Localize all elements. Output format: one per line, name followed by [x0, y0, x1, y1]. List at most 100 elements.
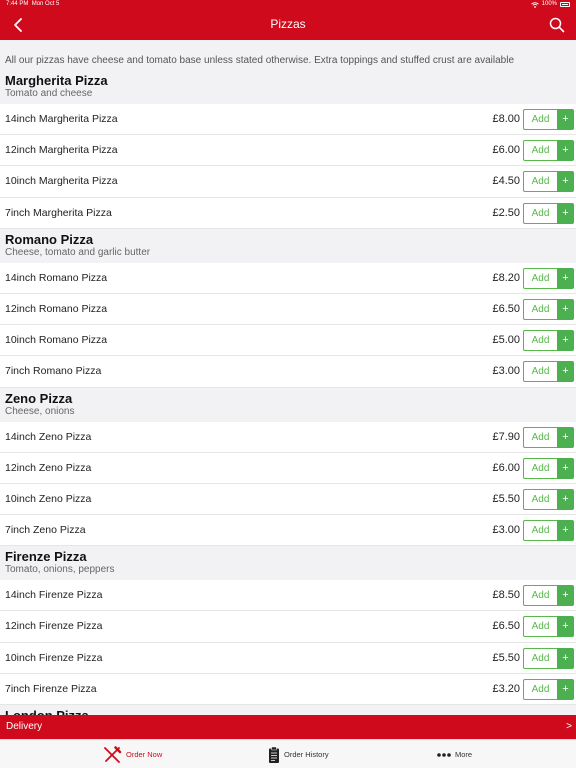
item-name: 7inch Romano Pizza — [5, 365, 102, 378]
plus-icon[interactable]: + — [557, 140, 574, 162]
add-to-order-button[interactable]: Add + — [523, 171, 574, 193]
item-name: 12inch Firenze Pizza — [5, 620, 103, 633]
menu-item-row[interactable]: 12inch Zeno Pizza £6.00 Add + — [0, 452, 576, 484]
section-header: Margherita Pizza Tomato and cheese — [0, 70, 576, 104]
add-to-order-button[interactable]: Add + — [523, 202, 574, 224]
plus-icon[interactable]: + — [557, 647, 574, 669]
section-title: Firenze Pizza — [5, 549, 87, 565]
item-name: 14inch Margherita Pizza — [5, 113, 118, 125]
menu-item-row[interactable]: 10inch Firenze Pizza £5.50 Add + — [0, 642, 576, 674]
plus-icon[interactable]: + — [557, 298, 574, 320]
add-button-label[interactable]: Add — [523, 171, 557, 193]
add-to-order-button[interactable]: Add + — [523, 678, 574, 700]
item-name: 14inch Firenze Pizza — [5, 589, 103, 602]
item-price: £3.20 — [492, 682, 520, 695]
add-button-label[interactable]: Add — [523, 330, 557, 352]
menu-item-row[interactable]: 14inch Zeno Pizza £7.90 Add + — [0, 421, 576, 453]
menu-item-row[interactable]: 7inch Zeno Pizza £3.00 Add + — [0, 515, 576, 547]
menu-item-row[interactable]: 12inch Romano Pizza £6.50 Add + — [0, 293, 576, 326]
tab-order-history[interactable]: Order History — [268, 740, 329, 768]
add-to-order-button[interactable]: Add + — [523, 616, 574, 638]
menu-item-row[interactable]: 7inch Firenze Pizza £3.20 Add + — [0, 673, 576, 705]
menu-item-row[interactable]: 14inch Firenze Pizza £8.50 Add + — [0, 580, 576, 612]
item-price: £7.90 — [492, 430, 520, 443]
add-to-order-button[interactable]: Add + — [523, 647, 574, 669]
add-button-label[interactable]: Add — [523, 426, 557, 448]
item-price: £2.50 — [492, 206, 520, 219]
item-price: £3.00 — [492, 365, 520, 378]
add-button-label[interactable]: Add — [523, 109, 557, 130]
menu-list[interactable]: All our pizzas have cheese and tomato ba… — [0, 40, 576, 715]
plus-icon[interactable]: + — [557, 267, 574, 289]
add-button-label[interactable]: Add — [523, 647, 557, 669]
status-date: Mon Oct 5 — [31, 1, 60, 7]
menu-sections: Margherita Pizza Tomato and cheese 14inch … — [0, 70, 576, 715]
add-button-label[interactable]: Add — [523, 457, 557, 479]
chevron-right-icon: > — [566, 721, 572, 732]
plus-icon[interactable]: + — [557, 488, 574, 510]
menu-item-row[interactable]: 12inch Firenze Pizza £6.50 Add + — [0, 611, 576, 643]
plus-icon[interactable]: + — [557, 585, 574, 607]
menu-item-row[interactable]: 7inch Margherita Pizza £2.50 Add + — [0, 197, 576, 229]
plus-icon[interactable]: + — [557, 457, 574, 479]
item-price: £6.50 — [492, 302, 520, 315]
add-button-label[interactable]: Add — [523, 520, 557, 542]
tab-more[interactable]: More — [437, 740, 472, 768]
menu-item-row[interactable]: 7inch Romano Pizza £3.00 Add + — [0, 356, 576, 388]
item-price: £6.00 — [492, 461, 520, 474]
plus-icon[interactable]: + — [557, 361, 574, 383]
add-button-label[interactable]: Add — [523, 678, 557, 700]
back-chevron-icon[interactable] — [8, 15, 28, 35]
menu-item-row[interactable]: 14inch Margherita Pizza £8.00 Add + — [0, 104, 576, 136]
delivery-label: Delivery — [6, 721, 43, 732]
search-icon[interactable] — [548, 16, 566, 34]
plus-icon[interactable]: + — [557, 330, 574, 352]
add-button-label[interactable]: Add — [523, 488, 557, 510]
item-name: 10inch Margherita Pizza — [5, 175, 118, 188]
tab-label-order-history: Order History — [284, 750, 329, 759]
plus-icon[interactable]: + — [557, 616, 574, 638]
app-screen: { "status_bar": { "time": "7:44 PM", "da… — [0, 0, 576, 768]
plus-icon[interactable]: + — [557, 520, 574, 542]
section-title: Romano Pizza — [5, 231, 94, 247]
add-to-order-button[interactable]: Add + — [523, 457, 574, 479]
add-button-label[interactable]: Add — [523, 140, 557, 162]
add-button-label[interactable]: Add — [523, 585, 557, 607]
section-header: Firenze Pizza Tomato, onions, peppers — [0, 546, 576, 581]
add-to-order-button[interactable]: Add + — [523, 267, 574, 289]
add-to-order-button[interactable]: Add + — [523, 330, 574, 352]
add-to-order-button[interactable]: Add + — [523, 585, 574, 607]
menu-item-row[interactable]: 10inch Romano Pizza £5.00 Add + — [0, 325, 576, 357]
add-button-label[interactable]: Add — [523, 361, 557, 383]
menu-item-row[interactable]: 12inch Margherita Pizza £6.00 Add + — [0, 135, 576, 167]
add-to-order-button[interactable]: Add + — [523, 298, 574, 320]
item-price: £5.00 — [492, 334, 520, 347]
delivery-bar[interactable]: Delivery > — [0, 715, 576, 739]
tab-label-more: More — [455, 750, 473, 759]
plus-icon[interactable]: + — [557, 109, 574, 130]
item-name: 10inch Firenze Pizza — [5, 651, 103, 664]
add-to-order-button[interactable]: Add + — [523, 520, 574, 542]
item-name: 7inch Zeno Pizza — [5, 524, 86, 537]
plus-icon[interactable]: + — [557, 426, 574, 448]
add-button-label[interactable]: Add — [523, 616, 557, 638]
add-button-label[interactable]: Add — [523, 298, 557, 320]
item-name: 14inch Romano Pizza — [5, 271, 108, 284]
add-to-order-button[interactable]: Add + — [523, 140, 574, 162]
menu-item-row[interactable]: 10inch Margherita Pizza £4.50 Add + — [0, 166, 576, 198]
plus-icon[interactable]: + — [557, 202, 574, 224]
add-button-label[interactable]: Add — [523, 267, 557, 289]
add-to-order-button[interactable]: Add + — [523, 361, 574, 383]
tab-bar: Order Now Order History More — [0, 739, 576, 768]
plus-icon[interactable]: + — [557, 171, 574, 193]
item-name: 7inch Firenze Pizza — [5, 682, 97, 695]
add-to-order-button[interactable]: Add + — [523, 109, 574, 130]
menu-item-row[interactable]: 10inch Zeno Pizza £5.50 Add + — [0, 483, 576, 516]
add-to-order-button[interactable]: Add + — [523, 488, 574, 510]
add-to-order-button[interactable]: Add + — [523, 426, 574, 448]
item-price: £6.00 — [492, 144, 520, 157]
tab-order-now[interactable]: Order Now — [103, 740, 162, 768]
plus-icon[interactable]: + — [557, 678, 574, 700]
menu-item-row[interactable]: 14inch Romano Pizza £8.20 Add + — [0, 262, 576, 294]
add-button-label[interactable]: Add — [523, 202, 557, 224]
